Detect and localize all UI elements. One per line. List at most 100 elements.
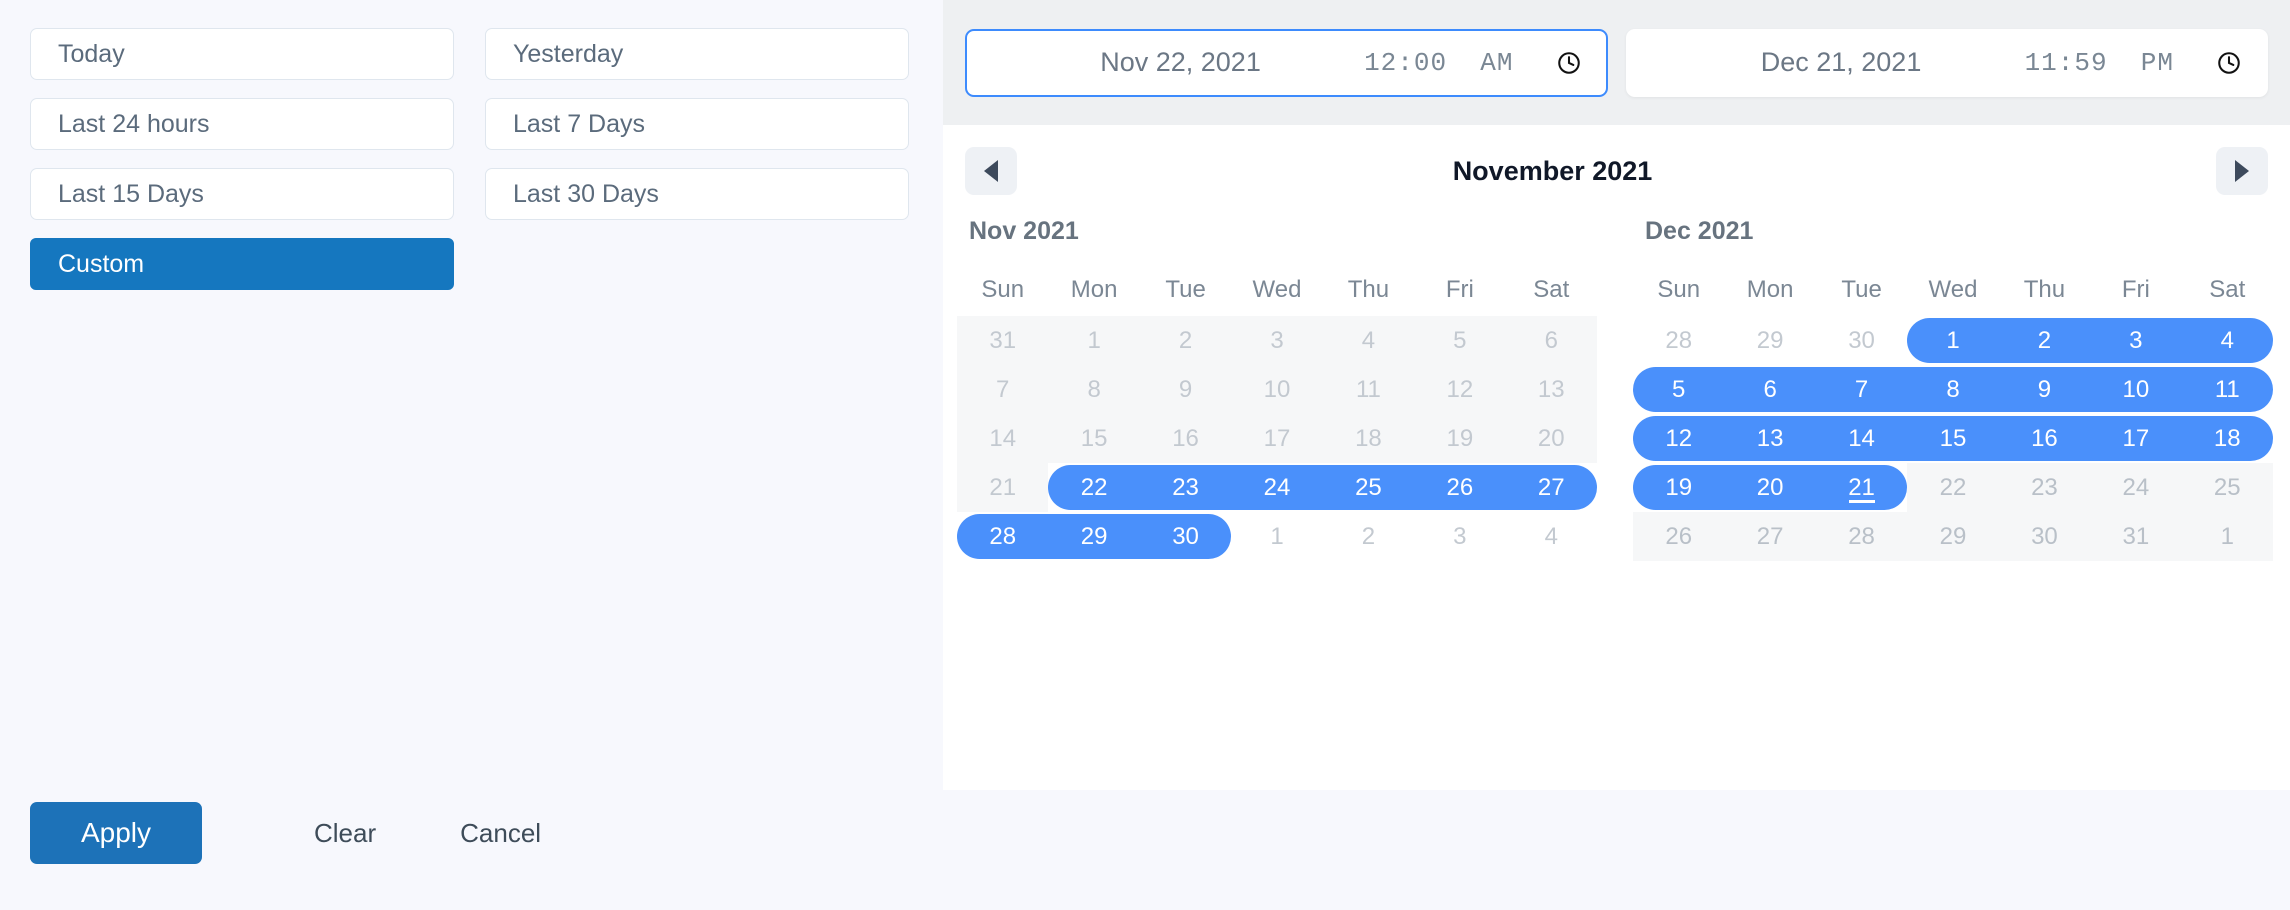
day-cell[interactable]: 15 xyxy=(1907,414,1998,463)
day-cell[interactable]: 29 xyxy=(1048,512,1139,561)
quick-range-last-15-days[interactable]: Last 15 Days xyxy=(30,168,454,220)
chevron-left-icon[interactable] xyxy=(965,147,1017,195)
quick-ranges-grid: Today Yesterday Last 24 hours Last 7 Day… xyxy=(30,28,909,290)
day-cell: 28 xyxy=(1848,522,1875,550)
day-cell: 22 xyxy=(1939,473,1967,501)
weekday-thu: Thu xyxy=(2023,276,2066,303)
weekday-sat: Sat xyxy=(1533,276,1570,303)
cancel-button[interactable]: Cancel xyxy=(446,808,555,859)
day-cell[interactable]: 3 xyxy=(2090,316,2181,365)
day-cell[interactable]: 4 xyxy=(2182,316,2273,365)
day-cell: 3 xyxy=(1270,326,1284,354)
current-month-title: November 2021 xyxy=(1452,155,1653,186)
day-cell[interactable]: 6 xyxy=(1724,365,1815,414)
day-cell[interactable]: 16 xyxy=(1999,414,2090,463)
month-november: Nov 2021 Sun Mon Tue Wed Thu Fri Sat 31 … xyxy=(957,217,1597,561)
weekday-fri: Fri xyxy=(2121,276,2150,303)
chevron-right-icon[interactable] xyxy=(2216,147,2268,195)
quick-range-last-24-hours[interactable]: Last 24 hours xyxy=(30,98,454,150)
weekday-sun: Sun xyxy=(1657,276,1701,303)
day-cell: 21 xyxy=(989,473,1017,501)
day-cell: 16 xyxy=(1172,424,1199,452)
day-cell-selected-start[interactable]: 22 xyxy=(1048,463,1139,512)
date-range-picker: Today Yesterday Last 24 hours Last 7 Day… xyxy=(0,0,2290,910)
day-cell[interactable]: 10 xyxy=(2090,365,2181,414)
month-label: Dec 2021 xyxy=(1645,217,1754,245)
day-cell: 25 xyxy=(2213,473,2241,501)
quick-range-yesterday[interactable]: Yesterday xyxy=(485,28,909,80)
day-cell: 1 xyxy=(1087,326,1101,354)
end-date-input[interactable]: Dec 21, 2021 11:59 PM xyxy=(1625,28,2268,97)
day-cell: 7 xyxy=(996,375,1010,403)
day-cell[interactable]: 12 xyxy=(1633,414,1724,463)
weekday-sat: Sat xyxy=(2209,276,2246,303)
day-cell: 6 xyxy=(1544,326,1558,354)
week-row: 7 8 9 10 11 12 13 xyxy=(957,365,1597,414)
clock-icon[interactable] xyxy=(1554,48,1584,78)
day-cell: 31 xyxy=(989,326,1017,354)
day-cell[interactable]: 2 xyxy=(1999,316,2090,365)
day-cell: 2 xyxy=(1361,522,1376,550)
day-cell[interactable]: 13 xyxy=(1724,414,1815,463)
day-cell: 27 xyxy=(1756,522,1784,550)
weekday-mon: Mon xyxy=(1070,276,1118,303)
day-cell[interactable]: 28 xyxy=(957,512,1048,561)
day-cell: 18 xyxy=(1355,424,1382,452)
start-date-value: Nov 22, 2021 xyxy=(1100,47,1261,77)
quick-range-today[interactable]: Today xyxy=(30,28,454,80)
quick-ranges-panel: Today Yesterday Last 24 hours Last 7 Day… xyxy=(0,0,943,910)
day-cell[interactable]: 30 xyxy=(1140,512,1231,561)
quick-range-last-7-days[interactable]: Last 7 Days xyxy=(485,98,909,150)
weekday-wed: Wed xyxy=(1928,276,1978,303)
weekday-tue: Tue xyxy=(1165,276,1206,303)
day-cell[interactable]: 24 xyxy=(1231,463,1322,512)
apply-button[interactable]: Apply xyxy=(30,802,202,864)
month-december: Dec 2021 Sun Mon Tue Wed Thu Fri Sat 28 … xyxy=(1633,217,2273,561)
day-cell[interactable]: 26 xyxy=(1414,463,1505,512)
day-cell[interactable]: 14 xyxy=(1816,414,1907,463)
day-cell[interactable]: 5 xyxy=(1633,365,1724,414)
day-cell[interactable]: 18 xyxy=(2182,414,2273,463)
day-cell[interactable]: 1 xyxy=(1907,316,1998,365)
day-cell[interactable]: 9 xyxy=(1999,365,2090,414)
day-cell[interactable]: 20 xyxy=(1724,463,1815,512)
day-cell[interactable]: 7 xyxy=(1816,365,1907,414)
day-cell: 3 xyxy=(1453,522,1467,550)
day-cell: 10 xyxy=(1263,375,1291,403)
weekday-sun: Sun xyxy=(981,276,1025,303)
day-cell: 13 xyxy=(1537,375,1565,403)
week-row: 26 27 28 29 30 31 1 xyxy=(1633,512,2273,561)
day-cell: 5 xyxy=(1453,326,1467,354)
day-cell[interactable]: 25 xyxy=(1323,463,1414,512)
end-time-value: 11:59 PM xyxy=(2024,47,2174,78)
day-cell: 31 xyxy=(2122,522,2150,550)
day-cell: 23 xyxy=(2031,473,2058,501)
day-cell: 2 xyxy=(1178,326,1193,354)
quick-range-custom[interactable]: Custom xyxy=(30,238,454,290)
day-cell: 28 xyxy=(1665,326,1693,354)
start-date-input[interactable]: Nov 22, 2021 12:00 AM xyxy=(965,28,1608,97)
weekday-header: Sun Mon Tue Wed Thu Fri Sat xyxy=(1633,276,2273,304)
week-row: 5 6 7 8 9 10 11 xyxy=(1633,365,2273,414)
weekday-mon: Mon xyxy=(1746,276,1794,303)
day-cell[interactable]: 23 xyxy=(1140,463,1231,512)
day-cell[interactable]: 19 xyxy=(1633,463,1724,512)
clear-button[interactable]: Clear xyxy=(300,808,390,859)
day-cell-selected-end[interactable]: 21 xyxy=(1816,463,1907,512)
day-cell: 4 xyxy=(1544,522,1558,550)
weekday-tue: Tue xyxy=(1841,276,1882,303)
day-cell: 15 xyxy=(1080,424,1108,452)
day-cell: 17 xyxy=(1263,424,1291,452)
day-cell[interactable]: 27 xyxy=(1506,463,1597,512)
day-cell[interactable]: 8 xyxy=(1907,365,1998,414)
weekday-header: Sun Mon Tue Wed Thu Fri Sat xyxy=(957,276,1597,304)
date-inputs-header: Nov 22, 2021 12:00 AM Dec 21, 2021 11:59… xyxy=(943,0,2290,125)
footer-actions: Apply Clear Cancel xyxy=(30,802,555,864)
clock-icon[interactable] xyxy=(2214,48,2244,78)
quick-range-last-30-days[interactable]: Last 30 Days xyxy=(485,168,909,220)
day-cell: 1 xyxy=(1270,522,1284,550)
today-marker xyxy=(1848,500,1875,503)
day-cell[interactable]: 17 xyxy=(2090,414,2181,463)
day-cell: 9 xyxy=(1178,375,1193,403)
day-cell[interactable]: 11 xyxy=(2182,365,2273,414)
